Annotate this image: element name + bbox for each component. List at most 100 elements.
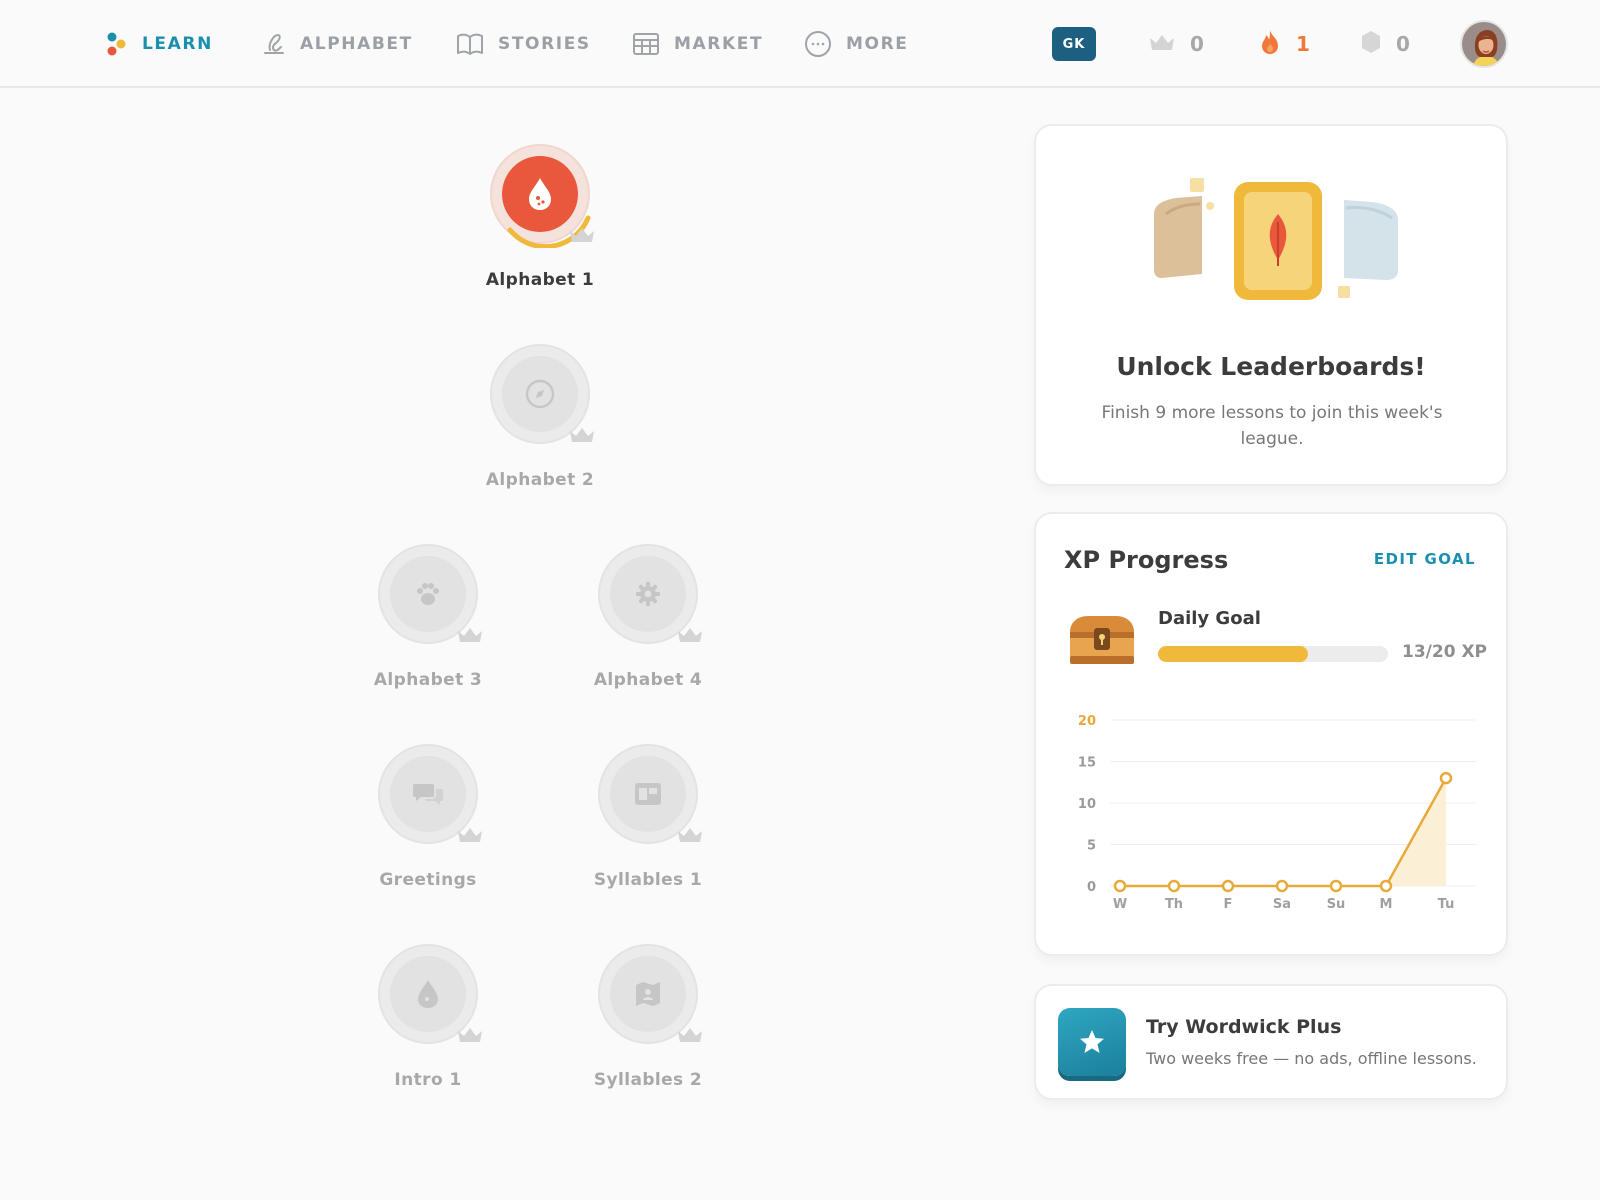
daily-goal-progress-bar [1158,646,1388,662]
crown-level-icon [458,828,482,842]
crown-level-icon [458,1028,482,1042]
chart-x-tick-label: Su [1327,897,1346,912]
pen-icon [262,31,286,57]
streak-count: 1 [1296,32,1310,56]
chart-x-tick-label: W [1113,897,1127,912]
plus-promo-card[interactable]: Try Wordwick Plus Two weeks free — no ad… [1034,984,1508,1100]
daily-goal-label: Daily Goal [1158,608,1261,629]
chart-y-tick-label: 20 [1078,714,1096,729]
nav-stories-label: STORIES [498,34,591,54]
chart-data-point [1439,771,1453,785]
chart-y-tick-label: 5 [1087,839,1096,854]
language-badge[interactable]: GK [1052,27,1096,61]
nav-market-label: MARKET [674,34,764,54]
daily-goal-progress-text: 13/20 XP [1402,642,1488,662]
leaderboard-description: Finish 9 more lessons to join this week'… [1101,403,1443,449]
skill-ring [598,944,702,1044]
chart-x-tick-label: Tu [1438,897,1455,912]
book-icon [456,32,484,56]
skill-ring [378,544,482,644]
edit-goal-button[interactable]: EDIT GOAL [1374,550,1476,568]
compass-icon [502,356,578,432]
drop-icon [390,956,466,1032]
daily-goal-progress-fill [1158,646,1308,662]
streak-counter[interactable]: 1 [1258,26,1310,62]
avatar[interactable] [1460,20,1508,68]
skill-label: Alphabet 2 [485,470,595,490]
skill-intro-1[interactable]: Intro 1 [338,944,518,1090]
skill-alphabet-1[interactable]: Alphabet 1 [450,144,630,290]
skill-label: Alphabet 1 [485,270,595,290]
chart-data-point [1167,879,1181,893]
nav-stories[interactable]: STORIES [456,26,591,62]
chart-x-tick-label: M [1380,897,1393,912]
gems-count: 0 [1396,32,1410,56]
xp-progress-card: XP Progress EDIT GOAL Daily Goal 13/20 X… [1034,512,1508,956]
nav-more[interactable]: MORE [804,26,908,62]
skill-syllables-2[interactable]: Syllables 2 [558,944,738,1090]
skill-label: Syllables 1 [593,870,703,890]
crowns-counter[interactable]: 0 [1148,26,1204,62]
chat-icon [390,756,466,832]
nav-learn[interactable]: LEARN [106,26,213,62]
more-icon [804,30,832,58]
flame-icon [1258,28,1282,61]
chart-y-tick-label: 10 [1078,797,1096,812]
leaderboard-cards-illustration [1154,178,1398,300]
skill-greetings[interactable]: Greetings [338,744,518,890]
chart-y-tick-label: 0 [1087,880,1096,895]
chart-x-tick-label: F [1224,897,1233,912]
gem-icon [1360,30,1382,59]
skill-alphabet-3[interactable]: Alphabet 3 [338,544,518,690]
chart-data-point [1379,879,1393,893]
gems-counter[interactable]: 0 [1360,26,1410,62]
skill-ring [598,544,702,644]
chart-y-tick-label: 15 [1078,756,1096,771]
skill-ring [378,944,482,1044]
store-icon [632,32,660,56]
skill-alphabet-2[interactable]: Alphabet 2 [450,344,630,490]
skill-alphabet-4[interactable]: Alphabet 4 [558,544,738,690]
crowns-count: 0 [1190,32,1204,56]
skill-ring [598,744,702,844]
nav-alphabet[interactable]: ALPHABET [262,26,413,62]
drop-icon [502,156,578,232]
plus-title: Try Wordwick Plus [1146,1016,1342,1038]
skill-label: Alphabet 4 [593,670,703,690]
xp-chart: 0 5 10 15 20 W Th F Sa Su M Tu [1056,706,1496,916]
xp-progress-title: XP Progress [1064,546,1229,574]
nav-learn-label: LEARN [142,34,213,54]
crown-level-icon [678,828,702,842]
paw-icon [390,556,466,632]
chart-data-point [1275,879,1289,893]
crown-level-icon [570,428,594,442]
tile-icon [610,756,686,832]
nav-market[interactable]: MARKET [632,26,763,62]
skill-label: Greetings [379,870,477,890]
chart-area-fill [1120,778,1446,886]
chart-data-point [1221,879,1235,893]
skill-ring [490,144,594,248]
leaderboard-card: Unlock Leaderboards! Finish 9 more lesso… [1034,124,1508,486]
skill-label: Alphabet 3 [373,670,483,690]
star-icon [1058,1008,1126,1076]
crown-level-icon [678,1028,702,1042]
treasure-chest-icon [1070,616,1134,664]
learn-dots-icon [106,31,128,57]
crown-level-icon [678,628,702,642]
crown-level-icon [570,228,594,242]
top-navigation-bar: LEARN ALPHABET STORIES MARKET MORE GK 0 … [0,0,1600,88]
skill-syllables-1[interactable]: Syllables 1 [558,744,738,890]
chart-x-tick-label: Th [1165,897,1183,912]
skill-ring [378,744,482,844]
chart-x-tick-label: Sa [1273,897,1291,912]
plus-subtitle: Two weeks free — no ads, offline lessons… [1146,1049,1477,1068]
gear-icon [610,556,686,632]
crown-icon [1148,32,1176,57]
nav-alphabet-label: ALPHABET [300,34,413,54]
xp-chart-svg: 0 5 10 15 20 W Th F Sa Su M Tu [1078,714,1476,912]
nav-more-label: MORE [846,34,909,54]
crown-level-icon [458,628,482,642]
leaderboard-title: Unlock Leaderboards! [1116,352,1426,381]
map-icon [610,956,686,1032]
